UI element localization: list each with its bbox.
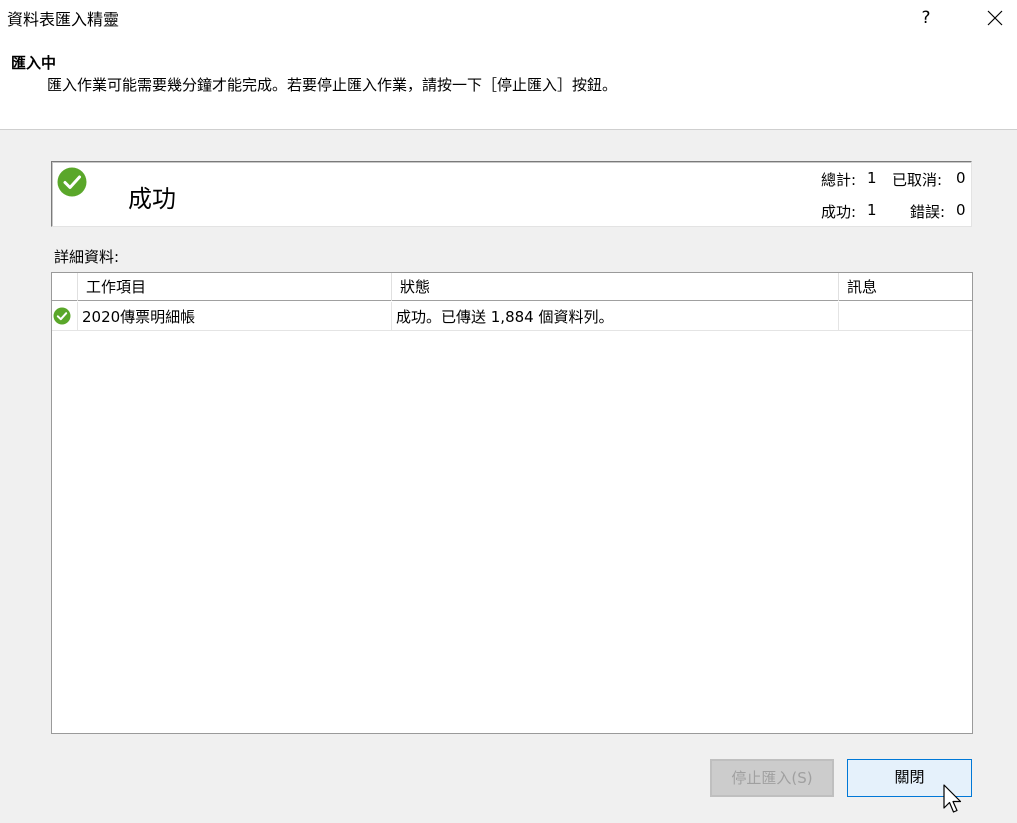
success-label: 成功: xyxy=(821,203,857,221)
status-text: 成功 xyxy=(128,185,176,213)
cancelled-label: 已取消: xyxy=(892,171,943,189)
details-label: 詳細資料: xyxy=(54,248,120,266)
success-value: 1 xyxy=(867,201,877,219)
cell-status: 成功。已傳送 1,884 個資料列。 xyxy=(391,302,838,330)
error-label: 錯誤: xyxy=(910,203,946,221)
status-panel: 成功 總計: 1 已取消: 0 成功: 1 錯誤: 0 xyxy=(51,161,972,227)
close-icon xyxy=(987,10,1003,26)
stop-import-button[interactable]: 停止匯入(S) xyxy=(710,759,834,797)
total-label: 總計: xyxy=(821,171,857,189)
column-header-item[interactable]: 工作項目 xyxy=(77,273,391,301)
wizard-header: 匯入中 匯入作業可能需要幾分鐘才能完成。若要停止匯入作業，請按一下［停止匯入］按… xyxy=(0,42,1017,130)
page-description: 匯入作業可能需要幾分鐘才能完成。若要停止匯入作業，請按一下［停止匯入］按鈕。 xyxy=(47,76,618,94)
title-bar: 資料表匯入精靈 ? xyxy=(0,0,1017,42)
error-value: 0 xyxy=(956,201,966,219)
window-close-button[interactable] xyxy=(973,0,1017,36)
help-button[interactable]: ? xyxy=(906,0,946,36)
cell-message xyxy=(838,302,972,330)
cell-item: 2020傳票明細帳 xyxy=(77,302,391,330)
cancelled-value: 0 xyxy=(956,169,966,187)
column-header-status[interactable]: 狀態 xyxy=(391,273,838,301)
total-value: 1 xyxy=(867,169,877,187)
column-header-message[interactable]: 訊息 xyxy=(838,273,972,301)
table-row[interactable]: 2020傳票明細帳 成功。已傳送 1,884 個資料列。 xyxy=(52,302,972,331)
details-grid[interactable]: 工作項目 狀態 訊息 2020傳票明細帳 成功。已傳送 1,884 個資料列。 xyxy=(51,272,973,734)
page-title: 匯入中 xyxy=(11,54,57,72)
mouse-cursor-icon xyxy=(943,784,962,813)
success-check-icon xyxy=(53,307,71,325)
window-title: 資料表匯入精靈 xyxy=(7,10,120,29)
grid-header: 工作項目 狀態 訊息 xyxy=(52,273,972,301)
success-check-icon xyxy=(57,167,87,197)
